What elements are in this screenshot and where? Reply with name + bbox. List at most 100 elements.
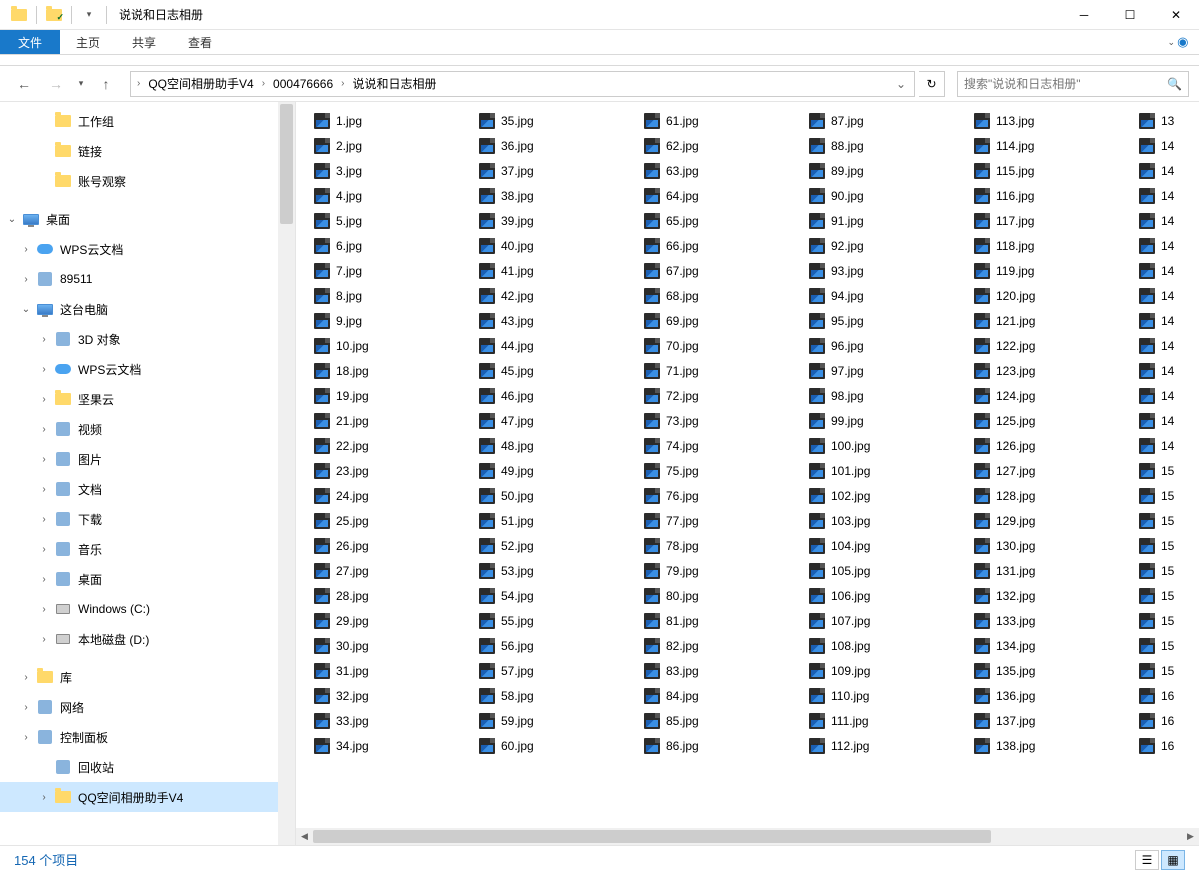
file-item[interactable]: 103.jpg	[791, 508, 956, 533]
expand-icon[interactable]: ›	[36, 394, 52, 405]
refresh-button[interactable]: ↻	[919, 71, 945, 97]
scrollbar-track[interactable]	[313, 828, 1182, 845]
file-item[interactable]: 16	[1121, 733, 1181, 758]
tree-item[interactable]: ›下载	[0, 504, 278, 534]
qat-dropdown-icon[interactable]: ▾	[78, 4, 100, 26]
scroll-right-button[interactable]: ▶	[1182, 828, 1199, 845]
file-item[interactable]: 46.jpg	[461, 383, 626, 408]
file-item[interactable]: 118.jpg	[956, 233, 1121, 258]
maximize-button[interactable]: ☐	[1107, 0, 1153, 30]
expand-icon[interactable]: ›	[18, 244, 34, 255]
file-item[interactable]: 29.jpg	[296, 608, 461, 633]
expand-icon[interactable]: ›	[36, 484, 52, 495]
file-item[interactable]: 53.jpg	[461, 558, 626, 583]
file-item[interactable]: 10.jpg	[296, 333, 461, 358]
file-item[interactable]: 107.jpg	[791, 608, 956, 633]
file-item[interactable]: 1.jpg	[296, 108, 461, 133]
file-item[interactable]: 133.jpg	[956, 608, 1121, 633]
file-item[interactable]: 123.jpg	[956, 358, 1121, 383]
tree-item[interactable]: ›坚果云	[0, 384, 278, 414]
tree-item[interactable]: ›Windows (C:)	[0, 594, 278, 624]
file-item[interactable]: 63.jpg	[626, 158, 791, 183]
expand-icon[interactable]: ›	[18, 274, 34, 285]
file-item[interactable]: 14	[1121, 158, 1181, 183]
file-item[interactable]: 88.jpg	[791, 133, 956, 158]
file-item[interactable]: 93.jpg	[791, 258, 956, 283]
file-item[interactable]: 121.jpg	[956, 308, 1121, 333]
file-item[interactable]: 45.jpg	[461, 358, 626, 383]
tree-item[interactable]: ⌄桌面	[0, 204, 278, 234]
breadcrumb-item[interactable]: QQ空间相册助手V4	[142, 72, 259, 96]
file-item[interactable]: 100.jpg	[791, 433, 956, 458]
expand-icon[interactable]: ›	[36, 792, 52, 803]
file-item[interactable]: 42.jpg	[461, 283, 626, 308]
icons-view-button[interactable]: ▦	[1161, 850, 1185, 870]
expand-icon[interactable]: ›	[18, 672, 34, 683]
nav-back-button[interactable]: ←	[10, 70, 38, 98]
file-item[interactable]: 14	[1121, 133, 1181, 158]
file-item[interactable]: 48.jpg	[461, 433, 626, 458]
file-item[interactable]: 14	[1121, 358, 1181, 383]
file-item[interactable]: 14	[1121, 208, 1181, 233]
tree-item[interactable]: ›WPS云文档	[0, 234, 278, 264]
details-view-button[interactable]: ☰	[1135, 850, 1159, 870]
tree-item[interactable]: ›WPS云文档	[0, 354, 278, 384]
file-item[interactable]: 102.jpg	[791, 483, 956, 508]
scroll-left-button[interactable]: ◀	[296, 828, 313, 845]
expand-icon[interactable]: ›	[36, 454, 52, 465]
file-item[interactable]: 15	[1121, 458, 1181, 483]
close-button[interactable]: ✕	[1153, 0, 1199, 30]
scrollbar-thumb[interactable]	[280, 104, 293, 224]
tree-item[interactable]: ›QQ空间相册助手V4	[0, 782, 278, 812]
file-item[interactable]: 116.jpg	[956, 183, 1121, 208]
file-item[interactable]: 127.jpg	[956, 458, 1121, 483]
tree-item[interactable]: ›音乐	[0, 534, 278, 564]
tab-home[interactable]: 主页	[60, 30, 116, 54]
file-item[interactable]: 38.jpg	[461, 183, 626, 208]
file-item[interactable]: 14	[1121, 183, 1181, 208]
tree-item[interactable]: ›工作组	[0, 106, 278, 136]
file-item[interactable]: 41.jpg	[461, 258, 626, 283]
file-item[interactable]: 81.jpg	[626, 608, 791, 633]
file-item[interactable]: 62.jpg	[626, 133, 791, 158]
expand-icon[interactable]: ›	[36, 634, 52, 645]
file-item[interactable]: 130.jpg	[956, 533, 1121, 558]
file-item[interactable]: 135.jpg	[956, 658, 1121, 683]
file-item[interactable]: 8.jpg	[296, 283, 461, 308]
file-item[interactable]: 113.jpg	[956, 108, 1121, 133]
file-item[interactable]: 30.jpg	[296, 633, 461, 658]
ribbon-expand-button[interactable]: ⌄◉	[1157, 30, 1199, 54]
file-item[interactable]: 57.jpg	[461, 658, 626, 683]
expand-icon[interactable]: ›	[36, 604, 52, 615]
file-item[interactable]: 77.jpg	[626, 508, 791, 533]
file-item[interactable]: 16	[1121, 683, 1181, 708]
file-item[interactable]: 15	[1121, 533, 1181, 558]
file-item[interactable]: 84.jpg	[626, 683, 791, 708]
file-item[interactable]: 7.jpg	[296, 258, 461, 283]
nav-history-dropdown[interactable]: ▾	[74, 70, 88, 98]
file-item[interactable]: 71.jpg	[626, 358, 791, 383]
file-item[interactable]: 108.jpg	[791, 633, 956, 658]
file-item[interactable]: 59.jpg	[461, 708, 626, 733]
tree-item[interactable]: ›账号观察	[0, 166, 278, 196]
breadcrumb-item[interactable]: 说说和日志相册	[346, 72, 442, 96]
file-item[interactable]: 55.jpg	[461, 608, 626, 633]
file-item[interactable]: 14	[1121, 283, 1181, 308]
file-item[interactable]: 95.jpg	[791, 308, 956, 333]
file-item[interactable]: 31.jpg	[296, 658, 461, 683]
expand-icon[interactable]: ›	[18, 732, 34, 743]
file-item[interactable]: 134.jpg	[956, 633, 1121, 658]
file-item[interactable]: 6.jpg	[296, 233, 461, 258]
file-item[interactable]: 14	[1121, 383, 1181, 408]
file-item[interactable]: 52.jpg	[461, 533, 626, 558]
search-box[interactable]: 搜索"说说和日志相册" 🔍	[957, 71, 1189, 97]
file-item[interactable]: 94.jpg	[791, 283, 956, 308]
file-item[interactable]: 49.jpg	[461, 458, 626, 483]
file-item[interactable]: 65.jpg	[626, 208, 791, 233]
file-item[interactable]: 98.jpg	[791, 383, 956, 408]
file-item[interactable]: 37.jpg	[461, 158, 626, 183]
file-item[interactable]: 15	[1121, 508, 1181, 533]
file-item[interactable]: 87.jpg	[791, 108, 956, 133]
file-item[interactable]: 89.jpg	[791, 158, 956, 183]
tree-item[interactable]: ›库	[0, 662, 278, 692]
